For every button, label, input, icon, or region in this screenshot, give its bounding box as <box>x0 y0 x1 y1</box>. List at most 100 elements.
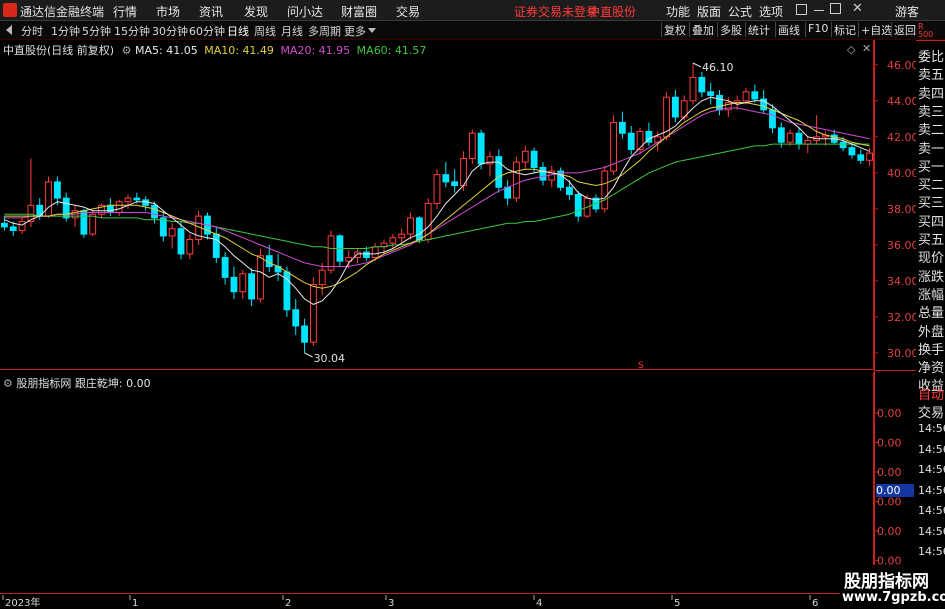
tick-time: 14:56 <box>918 504 945 517</box>
candle <box>495 149 503 193</box>
quote-row-label: 现价 <box>918 251 945 267</box>
candle <box>424 198 432 244</box>
candle-body <box>636 130 644 150</box>
menu-market-quotes[interactable]: 行情 <box>113 3 137 20</box>
menu-layout[interactable]: 版面 <box>697 3 721 20</box>
mark-button[interactable]: 标记 <box>831 22 858 37</box>
candle <box>618 111 626 139</box>
tab-1min[interactable]: 1分钟 <box>51 23 80 39</box>
restore-icon[interactable] <box>796 4 807 15</box>
indicator-name[interactable]: 股朋指标网 <box>16 377 71 390</box>
tab-15min[interactable]: 15分钟 <box>114 23 150 39</box>
indicator-settings-icon[interactable]: ⚙ <box>3 377 13 390</box>
candle-body <box>495 156 503 188</box>
settings-icon[interactable]: ⚙ <box>122 44 132 57</box>
price-axis: 30.00 32.00 34.00 36.00 38.00 40.00 42.00 44.00… <box>874 40 916 594</box>
menu-wealth-circle[interactable]: 财富圈 <box>341 3 377 20</box>
watermark: 股朋指标网 www.7gpzb.com <box>840 565 945 609</box>
guest-label[interactable]: 游客 <box>895 3 919 20</box>
overlay-button[interactable]: 叠加 <box>689 22 716 37</box>
menu-options[interactable]: 选项 <box>759 3 783 20</box>
candle-body <box>292 309 300 327</box>
tab-more[interactable]: 更多 <box>344 23 366 39</box>
tick-time: 14:56 <box>918 483 945 497</box>
candle <box>433 169 441 209</box>
ma5-label: MA5 <box>134 44 159 57</box>
tab-weekly[interactable]: 周线 <box>254 23 276 39</box>
app-logo-icon <box>3 3 17 17</box>
menu-market[interactable]: 市场 <box>156 3 180 20</box>
tab-intraday[interactable]: 分时 <box>21 23 43 39</box>
candle <box>292 298 300 335</box>
maximize-icon[interactable] <box>830 3 841 14</box>
tab-60min[interactable]: 60分钟 <box>189 23 225 39</box>
candle-body <box>318 269 326 286</box>
candle <box>309 277 317 346</box>
tab-5min[interactable]: 5分钟 <box>82 23 111 39</box>
statistics-button[interactable]: 统计 <box>745 22 772 37</box>
candle-body <box>18 221 26 232</box>
tab-daily[interactable]: 日线 <box>227 23 249 39</box>
candle-body <box>115 201 123 214</box>
candle-body <box>795 132 803 145</box>
menu-formula[interactable]: 公式 <box>728 3 752 20</box>
price-tick-label: 32.00 <box>887 311 916 324</box>
candle-body <box>398 233 406 239</box>
f10-button[interactable]: F10 <box>805 22 830 37</box>
candle-body <box>257 255 264 300</box>
candle-body <box>371 246 379 259</box>
stock-title: 中直股份(日线 前复权) <box>3 44 115 57</box>
close-icon[interactable]: ✕ <box>852 1 863 16</box>
candle-body <box>362 251 370 259</box>
date-tick-label: 5 <box>674 598 680 609</box>
menu-ask[interactable]: 问小达 <box>287 3 323 20</box>
candle <box>566 180 573 200</box>
close-chart-icon[interactable]: ✕ <box>862 42 871 55</box>
candle <box>18 217 26 235</box>
candle-body <box>327 235 335 271</box>
candlestick-chart[interactable]: 46.10 30.04 S <box>0 40 874 370</box>
menu-functions[interactable]: 功能 <box>666 3 690 20</box>
tick-time: 14:56 <box>918 463 945 476</box>
tab-monthly[interactable]: 月线 <box>281 23 303 39</box>
candle <box>857 149 865 164</box>
date-tick-label: 2023年 <box>5 596 40 609</box>
tick-time: 14:56 <box>918 422 945 435</box>
more-dropdown-icon[interactable] <box>368 28 376 33</box>
add-watchlist-button[interactable]: +自选 <box>858 22 894 37</box>
candle-body <box>53 181 61 199</box>
tab-30min[interactable]: 30分钟 <box>152 23 188 39</box>
tab-multi-period[interactable]: 多周期 <box>308 23 341 39</box>
candle-body <box>106 204 114 214</box>
candle-body <box>80 210 88 235</box>
price-tick-label: 30.00 <box>887 347 916 360</box>
indicator-chart[interactable] <box>0 372 874 594</box>
candle <box>574 190 582 222</box>
candle <box>521 145 529 170</box>
login-status[interactable]: 证券交易未登录 <box>514 3 598 20</box>
candle-body <box>177 228 185 255</box>
minimize-icon[interactable] <box>814 10 824 11</box>
multi-stock-button[interactable]: 多股 <box>717 22 744 37</box>
candle-body <box>433 174 441 204</box>
candle <box>230 266 238 299</box>
draw-line-button[interactable]: 画线 <box>775 22 802 37</box>
candle-body <box>221 257 229 278</box>
adjust-button[interactable]: 复权 <box>661 22 688 37</box>
auto-trade-label: 自动 <box>918 388 945 403</box>
expand-diamond-icon[interactable]: ◇ <box>847 43 855 56</box>
menu-trade[interactable]: 交易 <box>396 3 420 20</box>
back-arrow-icon[interactable] <box>6 25 12 35</box>
quote-row-label: 涨跌 <box>918 269 945 285</box>
low-price-label: 30.04 <box>314 352 346 365</box>
menu-news[interactable]: 资讯 <box>199 3 223 20</box>
ma60-value: 41.57 <box>394 44 427 57</box>
candle <box>221 252 229 285</box>
return-button[interactable]: 返回 <box>891 22 918 37</box>
candle <box>751 84 759 103</box>
candle <box>142 196 150 211</box>
candle-body <box>89 213 97 235</box>
menu-discover[interactable]: 发现 <box>244 3 268 20</box>
watermark-title: 股朋指标网 <box>844 572 929 592</box>
candle-body <box>671 96 679 118</box>
